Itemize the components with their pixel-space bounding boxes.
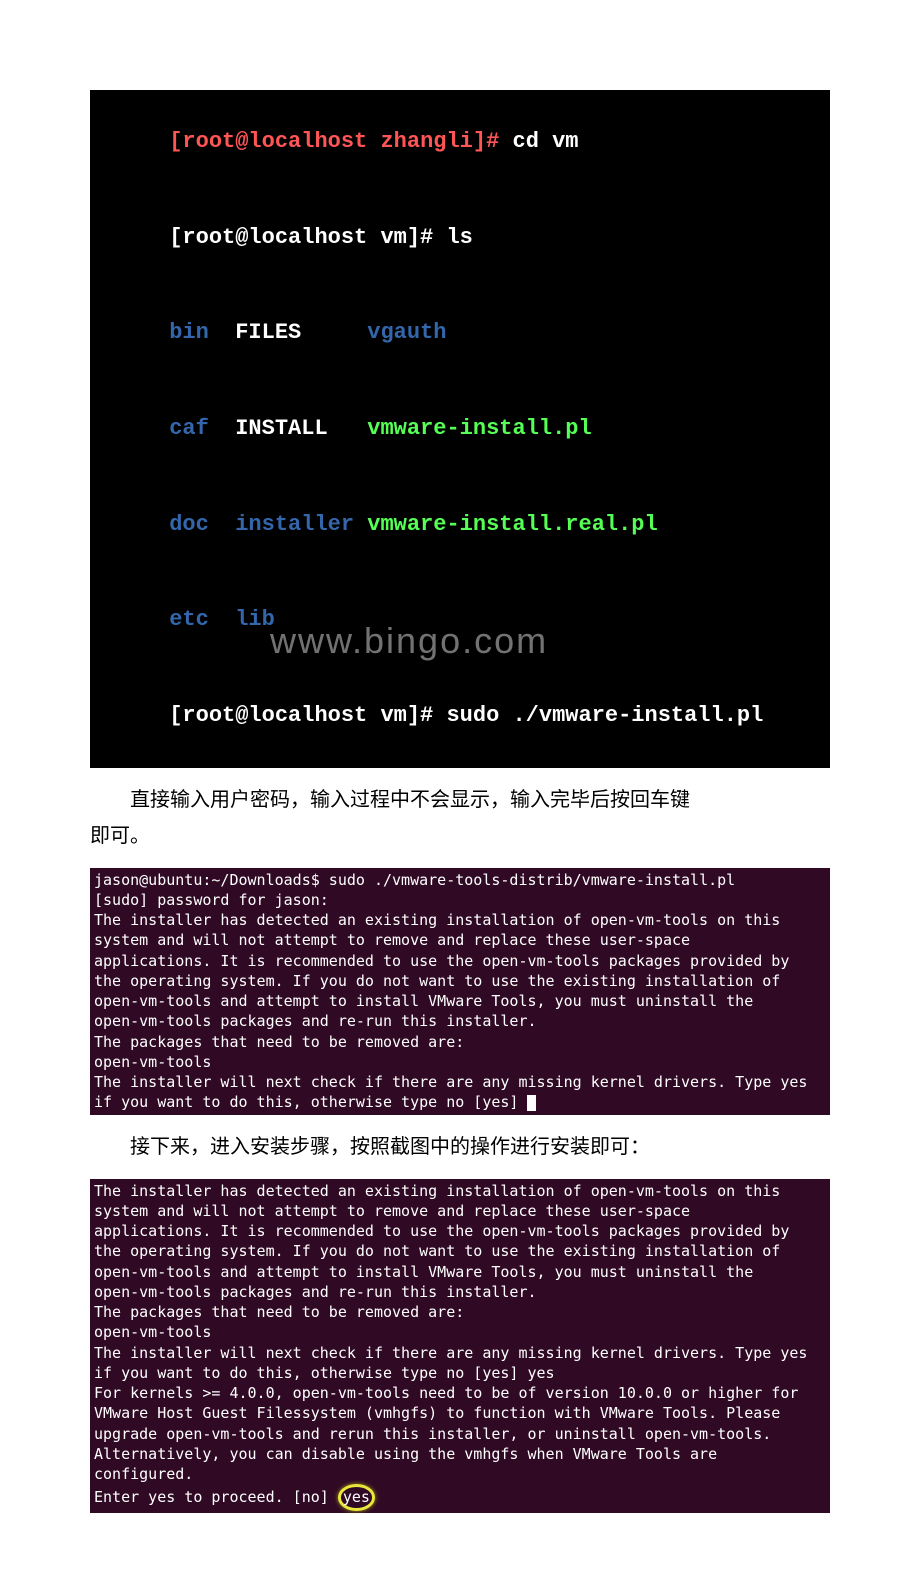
terminal-line: bin FILES vgauth [90,285,830,381]
terminal-line: [root@localhost zhangli]# cd vm [90,94,830,190]
terminal-line: [sudo] password for jason: [94,890,826,910]
cursor-icon [527,1095,536,1111]
highlight-circle: yes [338,1484,375,1510]
terminal-line: jason@ubuntu:~/Downloads$ sudo ./vmware-… [94,870,826,890]
terminal-line: Enter yes to proceed. [no] yes [94,1484,826,1510]
terminal-screenshot-3: The installer has detected an existing i… [90,1179,830,1513]
body-paragraph: 直接输入用户密码，输入过程中不会显示，输入完毕后按回车键 [90,782,830,818]
terminal-line: etc lib [90,572,830,668]
terminal-body: The installer has detected an existing i… [94,1181,826,1384]
terminal-screenshot-2: jason@ubuntu:~/Downloads$ sudo ./vmware-… [90,868,830,1115]
terminal-line: caf INSTALL vmware-install.pl [90,381,830,477]
terminal-line: doc installer vmware-install.real.pl [90,477,830,573]
terminal-body: For kernels >= 4.0.0, open-vm-tools need… [94,1383,826,1484]
terminal-screenshot-1: [root@localhost zhangli]# cd vm [root@lo… [90,90,830,768]
terminal-line: [root@localhost vm]# sudo ./vmware-insta… [90,668,830,764]
body-paragraph: 接下来，进入安装步骤，按照截图中的操作进行安装即可： [90,1129,830,1165]
terminal-body: The installer has detected an existing i… [94,910,826,1113]
body-paragraph: 即可。 [90,818,830,854]
terminal-line: [root@localhost vm]# ls [90,190,830,286]
